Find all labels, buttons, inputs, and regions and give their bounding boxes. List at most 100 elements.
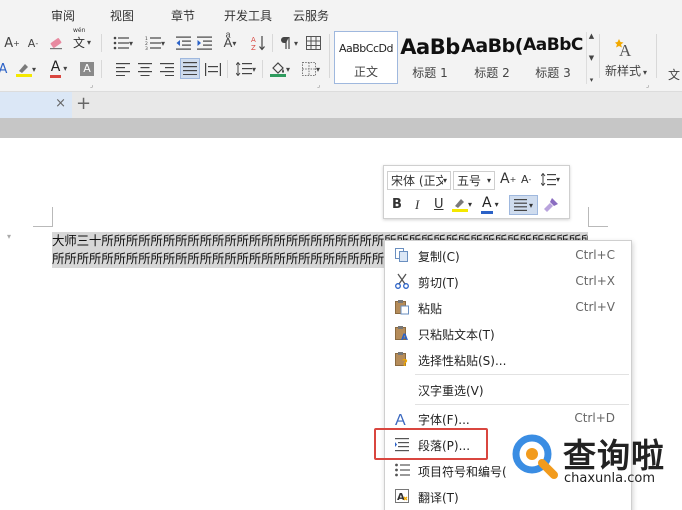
new-style-icon: A xyxy=(615,39,632,59)
bullet-list-button[interactable]: ▾ xyxy=(108,33,138,53)
grow-font-icon: A xyxy=(500,171,510,187)
distributed-align-icon xyxy=(205,62,221,76)
text-effect-button[interactable]: A xyxy=(0,59,10,79)
font-name-select[interactable]: 宋体 (正文 ▾ xyxy=(387,171,451,190)
tab-section[interactable]: 章节 xyxy=(171,7,195,24)
font-case-icon: Aͣ xyxy=(223,36,233,51)
borders-button[interactable]: ▾ xyxy=(297,59,325,79)
highlight-color-button[interactable]: ▾ xyxy=(452,196,472,212)
bullet-list-icon xyxy=(113,36,129,50)
grow-font-button[interactable]: A + xyxy=(2,33,22,53)
sort-button[interactable]: AZ xyxy=(248,33,268,53)
close-tab-icon[interactable]: × xyxy=(55,96,66,111)
align-left-button[interactable] xyxy=(114,59,132,79)
paragraph-dialog-launcher-icon[interactable]: ⌟ xyxy=(317,81,320,89)
margin-corner-mark xyxy=(588,226,608,227)
grow-font-button[interactable]: A + xyxy=(500,171,516,187)
menu-item-reconvert[interactable]: 汉字重选(V) xyxy=(385,376,633,402)
divider xyxy=(101,34,102,52)
border-icon xyxy=(301,62,316,76)
highlight-color-button[interactable]: ▾ xyxy=(13,59,39,79)
font-color-button[interactable]: A ▾ xyxy=(44,58,74,78)
justify-icon xyxy=(183,62,197,75)
chevron-down-icon: ▾ xyxy=(31,64,36,74)
style-normal[interactable]: AaBbCcDd 正文 xyxy=(334,31,398,84)
shrink-font-button[interactable]: A- xyxy=(23,33,43,53)
divider xyxy=(656,34,657,78)
shrink-font-icon: A xyxy=(521,173,529,186)
table-button[interactable] xyxy=(303,33,323,53)
line-spacing-button[interactable]: ▾ xyxy=(541,173,560,186)
justify-button[interactable] xyxy=(180,58,200,79)
style-heading-1[interactable]: AaBb 标题 1 xyxy=(400,31,460,84)
menu-item-copy[interactable]: 复制(C) Ctrl+C xyxy=(385,242,633,268)
text-direction-button[interactable]: Aͣ ▾ xyxy=(216,33,244,53)
decrease-indent-button[interactable] xyxy=(173,33,193,53)
paragraph-handle-icon[interactable]: ▾ xyxy=(7,232,11,241)
line-spacing-button[interactable]: ▾ xyxy=(232,59,260,79)
paragraph-mark-icon xyxy=(280,37,290,49)
watermark-url: chaxunla.com xyxy=(564,471,655,486)
tab-review[interactable]: 审阅 xyxy=(51,7,75,24)
menu-tab-bar: 审阅 视图 章节 开发工具 云服务 xyxy=(0,0,682,30)
svg-text:?: ? xyxy=(402,358,408,367)
increase-indent-button[interactable] xyxy=(194,33,214,53)
menu-item-paste[interactable]: 粘贴 Ctrl+V xyxy=(385,294,633,320)
chevron-down-icon: ▾ xyxy=(63,63,68,73)
align-center-icon xyxy=(138,62,152,76)
margin-corner-mark xyxy=(588,207,589,227)
divider xyxy=(329,34,330,78)
chevron-down-icon: ▼ xyxy=(588,54,595,62)
styles-gallery-scroll[interactable]: ▲ ▼ ▾ xyxy=(586,32,596,84)
menu-item-paste-text-only[interactable]: A 只粘贴文本(T) xyxy=(385,320,633,346)
bold-button[interactable]: B xyxy=(392,197,402,212)
increase-indent-icon xyxy=(196,36,212,50)
styles-dialog-launcher-icon[interactable]: ⌟ xyxy=(646,81,649,89)
style-heading-2[interactable]: AaBb( 标题 2 xyxy=(461,31,523,84)
char-shading-button[interactable]: A xyxy=(79,59,95,79)
tab-view[interactable]: 视图 xyxy=(110,7,134,24)
new-style-button[interactable]: A 新样式 ▾ xyxy=(602,32,650,84)
svg-text:A: A xyxy=(401,333,408,341)
divider xyxy=(101,60,102,78)
style-heading-3[interactable]: AaBbC 标题 3 xyxy=(523,31,583,84)
font-size-select[interactable]: 五号 ▾ xyxy=(453,171,495,190)
font-dialog-launcher-icon[interactable]: ⌟ xyxy=(90,81,93,89)
shading-color-button[interactable]: ▾ xyxy=(266,59,294,79)
paste-icon xyxy=(395,300,409,315)
align-right-icon xyxy=(160,62,174,76)
distributed-align-button[interactable] xyxy=(203,59,223,79)
clear-format-button[interactable] xyxy=(46,33,66,53)
document-tab[interactable]: × xyxy=(0,92,72,118)
cut-off-ribbon-label[interactable]: 文 xyxy=(668,66,680,83)
italic-button[interactable]: I xyxy=(415,197,419,213)
numbered-list-button[interactable]: 1 2 3 ▾ xyxy=(140,33,170,53)
menu-item-cut[interactable]: 剪切(T) Ctrl+X xyxy=(385,268,633,294)
menu-item-paste-special[interactable]: ? 选择性粘贴(S)... xyxy=(385,346,633,372)
phonetic-guide-button[interactable]: wén 文 ▾ xyxy=(68,27,96,52)
highlight-annotation-box xyxy=(374,428,488,460)
selected-text-line-2[interactable]: 所所所所所所所所所所所所所所所所所所所所所所所所所所所 xyxy=(52,250,384,268)
format-painter-button[interactable] xyxy=(543,197,559,213)
chevron-down-icon: ▾ xyxy=(494,200,499,209)
eraser-icon xyxy=(50,38,62,50)
paragraph-mark-button[interactable]: ▾ xyxy=(277,33,301,53)
workspace-background xyxy=(0,118,682,138)
font-color-button[interactable]: A ▾ xyxy=(481,195,499,214)
underline-button[interactable]: U xyxy=(434,197,444,212)
tab-developer[interactable]: 开发工具 xyxy=(224,7,272,24)
font-icon: A xyxy=(395,412,406,426)
chevron-down-icon: ▾ xyxy=(443,176,448,185)
divider xyxy=(272,34,273,52)
shrink-font-button[interactable]: A- xyxy=(521,173,531,186)
chevron-down-icon: ▾ xyxy=(468,199,473,209)
new-tab-icon[interactable]: + xyxy=(76,93,91,114)
paste-special-icon: ? xyxy=(395,352,408,367)
paragraph-align-button[interactable]: ▾ xyxy=(509,195,538,215)
margin-corner-mark xyxy=(52,207,53,227)
tab-cloud-service[interactable]: 云服务 xyxy=(293,7,329,24)
align-center-button[interactable] xyxy=(136,59,154,79)
divider xyxy=(262,60,263,78)
align-right-button[interactable] xyxy=(158,59,176,79)
ribbon-toolbar: A + A- wén 文 ▾ ▾ 1 2 3 ▾ Aͣ ▾ AZ ▾ A ▾ A ▾ xyxy=(0,27,682,92)
